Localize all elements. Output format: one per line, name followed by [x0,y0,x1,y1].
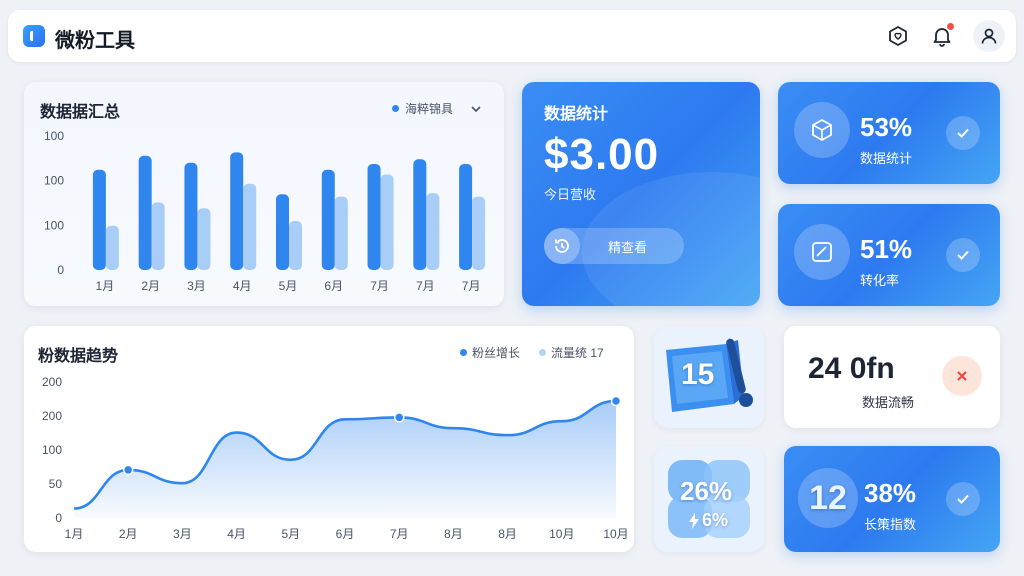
check-icon[interactable] [946,238,980,272]
bar [472,196,486,270]
summary-bar-chart: 100 100 100 0 1月 2月 3月 4月 5月 6月 7月 7月 7月 [44,129,486,293]
tile-box-illustration: 15 [654,326,764,428]
top-bar: 微粉工具 [8,10,1016,62]
score-label: 数据流畅 [862,395,915,410]
y-tick-label: 200 [42,375,62,389]
bar [276,194,289,270]
x-tick-label: 4月 [233,279,252,293]
tile-glass-illustration: 26% 6% [654,446,764,552]
x-tick-label: 1月 [96,279,115,293]
bar [230,152,244,270]
x-tick-label: 7月 [462,279,481,293]
x-tick-label: 7月 [370,279,389,293]
data-point [610,395,622,407]
view-details-button[interactable]: 精查看 [544,228,684,264]
y-tick-label: 0 [57,263,64,277]
x-tick-label: 2月 [119,527,138,541]
check-icon[interactable] [946,116,980,150]
y-tick-label: 100 [44,174,64,188]
app-logo-icon [23,25,45,47]
score-card: 24 0fn 数据流畅 [784,326,1000,428]
mini-card-value: 53% [860,112,913,142]
trend-area-chart: 200 200 100 50 01月 2月 3月 4月 5月 6月 7月 8月 8月 10月 10月 [42,375,629,541]
x-tick-label: 3月 [173,527,192,541]
y-tick-label: 100 [44,218,64,232]
app-title: 微粉工具 [55,30,135,52]
y-tick-label: 100 [42,443,62,457]
x-tick-label: 6月 [324,279,343,293]
mini-card-label: 转化率 [860,273,900,288]
bottom-stat-card: 12 38% 长策指数 [784,446,1000,552]
bar [321,169,335,270]
score-value: 24 0fn [808,352,895,385]
y-tick-label: 50 [49,477,63,491]
y-tick-label: 0 [55,511,62,525]
close-icon[interactable] [942,356,982,396]
bar [138,155,152,270]
shield-heart-icon[interactable] [884,22,912,50]
view-details-label: 精查看 [608,239,648,255]
clock-history-icon [544,228,580,264]
bar [92,169,106,270]
bar [334,196,348,270]
trend-area-card: 粉数据趋势 粉丝增长 流量统 17 200 200 100 50 0 1月 2月 3月 4月 5月… [24,326,634,552]
bottom-card-value: 38% [864,478,917,508]
tile-b-sub-value: 6% [702,510,729,530]
bar [380,174,394,270]
bar [367,163,381,270]
bottom-card-label: 长策指数 [864,517,917,532]
bar [184,162,198,270]
number-badge: 12 [798,468,858,528]
x-tick-label: 8月 [444,527,463,541]
mini-card-value: 51% [860,234,913,264]
mini-card-label: 数据统计 [860,151,913,166]
y-tick-label: 100 [44,129,64,143]
bar [105,225,119,270]
stats-card: 数据统计 $3.00 今日营收 精查看 [522,82,760,306]
bar [197,208,211,270]
bar [243,183,257,270]
x-tick-label: 6月 [336,527,355,541]
x-tick-label: 7月 [416,279,435,293]
mini-card-conversion-2: 51% 转化率 [778,204,1000,306]
lightning-icon [689,512,699,529]
bar [426,193,440,270]
bar [289,221,302,270]
data-point [393,412,405,423]
x-tick-label: 8月 [498,527,517,541]
data-point [122,464,134,476]
check-icon[interactable] [946,482,980,516]
mini-card-conversion-1: 53% 数据统计 [778,82,1000,184]
stats-subtitle: 今日营收 [544,187,597,202]
cube-icon [794,102,850,158]
stats-card-title: 数据统计 [544,106,609,123]
x-tick-label: 5月 [279,279,298,293]
y-tick-label: 200 [42,409,62,423]
bar [413,159,427,270]
x-tick-label: 5月 [281,527,300,541]
bar [459,163,473,270]
x-tick-label: 10月 [549,527,574,541]
x-tick-label: 7月 [390,527,409,541]
tile-b-sub: 6% [688,510,728,531]
x-tick-label: 10月 [603,527,628,541]
bar [151,202,165,270]
user-avatar-icon[interactable] [973,20,1005,52]
bell-icon[interactable] [928,22,956,50]
tile-a-value: 15 [681,358,715,391]
tile-b-value: 26% [680,476,733,506]
chart-frame-icon [794,224,850,280]
x-tick-label: 2月 [141,279,160,293]
summary-bar-card: 数据据汇总 海粹锦具 100 100 100 0 1月 2月 3月 4月 5月 6月 7月 7月 7月 [24,82,504,306]
stats-amount: $3.00 [544,130,660,179]
badge-number: 12 [809,478,847,517]
x-tick-label: 4月 [227,527,246,541]
notification-dot [947,23,954,30]
x-tick-label: 3月 [187,279,206,293]
x-tick-label: 1月 [65,527,84,541]
